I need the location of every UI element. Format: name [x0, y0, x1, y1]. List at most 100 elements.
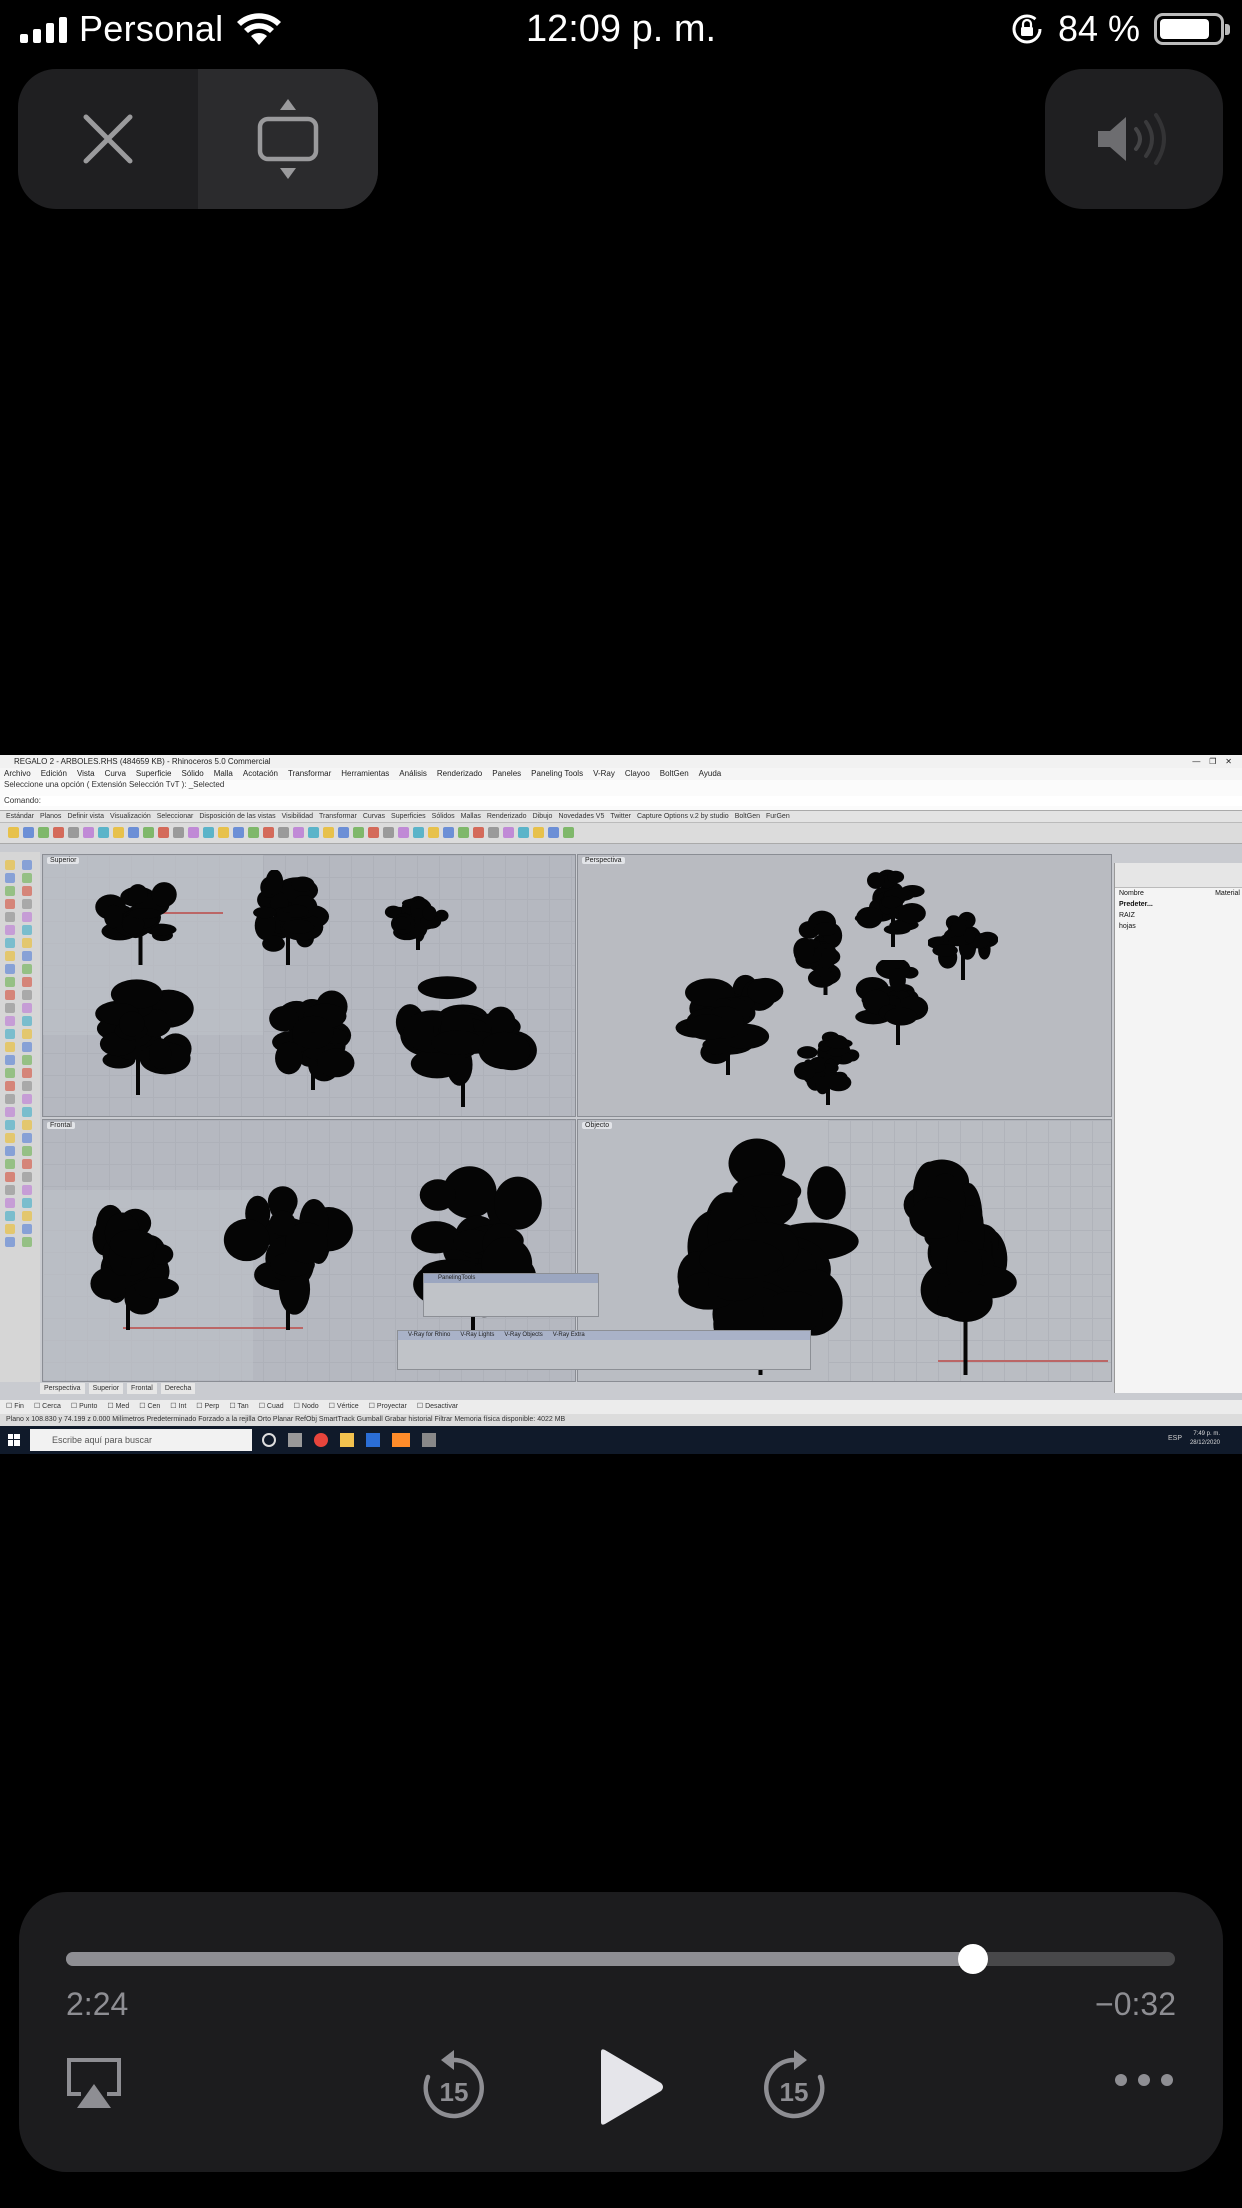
toolbar-icon[interactable]: [248, 827, 259, 838]
tool-icon[interactable]: [5, 925, 15, 935]
toolbar-tab[interactable]: Seleccionar: [157, 811, 194, 822]
tool-icon[interactable]: [5, 1003, 15, 1013]
tool-icon[interactable]: [22, 990, 32, 1000]
tool-icon[interactable]: [22, 873, 32, 883]
tool-icon[interactable]: [5, 1237, 15, 1247]
osnap-option[interactable]: ☐ Cuad: [259, 1403, 284, 1410]
osnap-option[interactable]: ☐ Proyectar: [369, 1403, 407, 1410]
tool-icon[interactable]: [5, 1146, 15, 1156]
toolbar-icon[interactable]: [158, 827, 169, 838]
viewport-tab[interactable]: Superior: [88, 1383, 124, 1394]
menu-item[interactable]: Herramientas: [341, 768, 389, 780]
tool-icon[interactable]: [22, 1237, 32, 1247]
menu-item[interactable]: Paneles: [492, 768, 521, 780]
tool-icon[interactable]: [22, 1081, 32, 1091]
tool-icon[interactable]: [22, 899, 32, 909]
menu-item[interactable]: Superficie: [136, 768, 172, 780]
tool-icon[interactable]: [5, 977, 15, 987]
toolbar-icon[interactable]: [38, 827, 49, 838]
vray-tab[interactable]: V-Ray Objects: [504, 1331, 542, 1340]
menu-item[interactable]: Curva: [105, 768, 126, 780]
tool-icon[interactable]: [22, 1198, 32, 1208]
tool-icon[interactable]: [5, 1042, 15, 1052]
toolbar-tab[interactable]: Twitter: [610, 811, 631, 822]
tool-icon[interactable]: [22, 1185, 32, 1195]
layer-row[interactable]: RAIZ: [1115, 910, 1242, 921]
toolbar-icon[interactable]: [143, 827, 154, 838]
tool-icon[interactable]: [5, 1029, 15, 1039]
layer-row[interactable]: Predeter...: [1115, 899, 1242, 910]
toolbar-icon[interactable]: [383, 827, 394, 838]
toolbar-tab[interactable]: Superficies: [391, 811, 426, 822]
progress-track[interactable]: [66, 1944, 1175, 1974]
toolbar-tab[interactable]: Renderizado: [487, 811, 527, 822]
osnap-option[interactable]: ☐ Tan: [229, 1403, 248, 1410]
osnap-option[interactable]: ☐ Vértice: [329, 1403, 359, 1410]
paneling-tools-toolbar[interactable]: PanelingTools: [423, 1273, 599, 1317]
skip-forward-button[interactable]: 15: [754, 2044, 834, 2124]
osnap-option[interactable]: ☐ Fin: [6, 1403, 24, 1410]
windows-start-icon[interactable]: [8, 1434, 20, 1446]
menu-item[interactable]: Sólido: [182, 768, 204, 780]
tool-icon[interactable]: [22, 860, 32, 870]
tool-icon[interactable]: [5, 1016, 15, 1026]
toolbar-tab[interactable]: Novedades V5: [558, 811, 604, 822]
menu-item[interactable]: Clayoo: [625, 768, 650, 780]
vray-toolbar[interactable]: V-Ray for Rhino V-Ray Lights V-Ray Objec…: [397, 1330, 811, 1370]
menu-item[interactable]: BoltGen: [660, 768, 689, 780]
tool-icon[interactable]: [5, 938, 15, 948]
taskbar-search-input[interactable]: Escribe aquí para buscar: [30, 1429, 252, 1451]
menu-item[interactable]: Edición: [41, 768, 67, 780]
tool-icon[interactable]: [22, 1016, 32, 1026]
volume-button[interactable]: [1045, 69, 1223, 209]
tool-icon[interactable]: [5, 1068, 15, 1078]
tool-icon[interactable]: [5, 951, 15, 961]
menu-item[interactable]: V-Ray: [593, 768, 615, 780]
toolbar-tab[interactable]: Definir vista: [67, 811, 104, 822]
layer-row[interactable]: hojas: [1115, 921, 1242, 932]
tool-icon[interactable]: [22, 1120, 32, 1130]
toolbar-icon[interactable]: [353, 827, 364, 838]
tool-icon[interactable]: [22, 1029, 32, 1039]
tool-icon[interactable]: [22, 925, 32, 935]
rhino-app-icon[interactable]: [422, 1433, 436, 1447]
airplay-button[interactable]: [63, 2052, 125, 2114]
toolbar-icon[interactable]: [308, 827, 319, 838]
tool-icon[interactable]: [22, 977, 32, 987]
tool-icon[interactable]: [22, 1094, 32, 1104]
toolbar-icon[interactable]: [83, 827, 94, 838]
toolbar-icon[interactable]: [443, 827, 454, 838]
toolbar-tab[interactable]: Mallas: [461, 811, 481, 822]
tool-icon[interactable]: [22, 1055, 32, 1065]
toolbar-icon[interactable]: [173, 827, 184, 838]
tool-icon[interactable]: [5, 1185, 15, 1195]
video-frame[interactable]: REGALO 2 - ARBOLES.RHS (484659 KB) - Rhi…: [0, 755, 1242, 1454]
viewport-superior[interactable]: Superior: [42, 854, 576, 1117]
toolbar-icon[interactable]: [293, 827, 304, 838]
viewport-tab[interactable]: Frontal: [127, 1383, 157, 1394]
tool-icon[interactable]: [5, 990, 15, 1000]
tool-icon[interactable]: [5, 1172, 15, 1182]
viewport-tab[interactable]: Derecha: [160, 1383, 196, 1394]
tool-icon[interactable]: [5, 1055, 15, 1065]
tool-icon[interactable]: [5, 1107, 15, 1117]
osnap-option[interactable]: ☐ Nodo: [294, 1403, 319, 1410]
play-button[interactable]: [585, 2042, 675, 2132]
toolbar-icon[interactable]: [503, 827, 514, 838]
tool-icon[interactable]: [22, 1068, 32, 1078]
toolbar-tab[interactable]: FurGen: [766, 811, 790, 822]
tool-icon[interactable]: [22, 1224, 32, 1234]
toolbar-icon[interactable]: [338, 827, 349, 838]
toolbar-tab[interactable]: Visualización: [110, 811, 151, 822]
toolbar-icon[interactable]: [203, 827, 214, 838]
tool-icon[interactable]: [22, 1107, 32, 1117]
outlook-icon[interactable]: [366, 1433, 380, 1447]
toolbar-icon[interactable]: [8, 827, 19, 838]
toolbar-icon[interactable]: [218, 827, 229, 838]
tool-icon[interactable]: [5, 1224, 15, 1234]
vray-tab[interactable]: V-Ray Lights: [460, 1331, 494, 1340]
menu-item[interactable]: Renderizado: [437, 768, 482, 780]
tool-icon[interactable]: [22, 1042, 32, 1052]
toolbar-icon[interactable]: [278, 827, 289, 838]
menu-item[interactable]: Paneling Tools: [531, 768, 583, 780]
